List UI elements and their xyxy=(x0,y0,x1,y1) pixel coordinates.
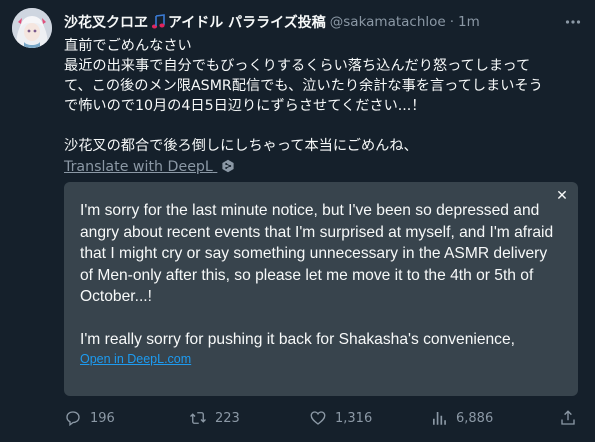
translation-panel: ✕ I'm sorry for the last minute notice, … xyxy=(64,182,578,396)
translate-with-deepl-link[interactable]: Translate with DeepL xyxy=(64,157,235,177)
more-icon[interactable] xyxy=(563,12,583,32)
like-icon xyxy=(310,411,326,425)
like-button[interactable]: 1,316 xyxy=(309,404,372,432)
avatar[interactable] xyxy=(12,8,52,48)
reply-button[interactable]: 196 xyxy=(64,404,115,432)
translation-paragraph: I'm sorry for the last minute notice, bu… xyxy=(80,202,554,305)
translation-text: I'm sorry for the last minute notice, bu… xyxy=(80,200,556,351)
tweet-header: 沙花叉クロヱ アイドル パラライズ投稿 @sakamatachloe · 1m xyxy=(64,12,583,32)
reply-icon xyxy=(66,411,80,427)
tweet-text-line: 沙花叉の都合で後ろ倒しにしちゃって本当にごめんね、 xyxy=(64,138,418,154)
separator-dot: · xyxy=(449,14,455,30)
translation-paragraph: I'm really sorry for pushing it back for… xyxy=(80,331,515,348)
retweet-count: 223 xyxy=(215,410,240,426)
like-count: 1,316 xyxy=(335,410,373,426)
views-icon xyxy=(433,412,446,425)
retweet-icon xyxy=(190,412,206,424)
reply-count: 196 xyxy=(90,410,115,426)
deepl-icon xyxy=(221,159,235,173)
tweet[interactable]: 沙花叉クロヱ アイドル パラライズ投稿 @sakamatachloe · 1m … xyxy=(0,0,595,442)
display-name-suffix[interactable]: アイドル パラライズ投稿 xyxy=(168,12,326,32)
user-handle[interactable]: @sakamatachloe xyxy=(330,14,446,30)
tweet-text-line: 直前でごめんなさい xyxy=(64,38,192,54)
share-icon xyxy=(561,410,575,425)
music-note-emoji xyxy=(150,14,166,30)
views-button[interactable]: 6,886 xyxy=(430,404,493,432)
timestamp[interactable]: 1m xyxy=(458,14,480,30)
tweet-actions: 196 223 1,316 6,886 xyxy=(64,404,584,432)
share-button[interactable] xyxy=(559,404,577,432)
tweet-text: 直前でごめんなさい 最近の出来事で自分でもびっくりするくらい落ち込んだり怒ってし… xyxy=(64,36,584,156)
translate-label: Translate with DeepL xyxy=(64,159,213,175)
tweet-text-line: 最近の出来事で自分でもびっくりするくらい落ち込んだり怒ってしまって xyxy=(64,58,531,74)
display-name[interactable]: 沙花叉クロヱ xyxy=(64,12,148,32)
close-icon[interactable]: ✕ xyxy=(554,188,570,204)
retweet-button[interactable]: 223 xyxy=(189,404,240,432)
tweet-text-line: て、この後のメン限ASMR配信でも、泣いたり余計な事を言ってしまいそう xyxy=(64,78,543,94)
views-count: 6,886 xyxy=(456,410,494,426)
open-in-deepl-link[interactable]: Open in DeepL.com xyxy=(80,352,191,366)
tweet-text-line: で怖いので10月の4日5日辺りにずらさせてください...！ xyxy=(64,98,426,114)
